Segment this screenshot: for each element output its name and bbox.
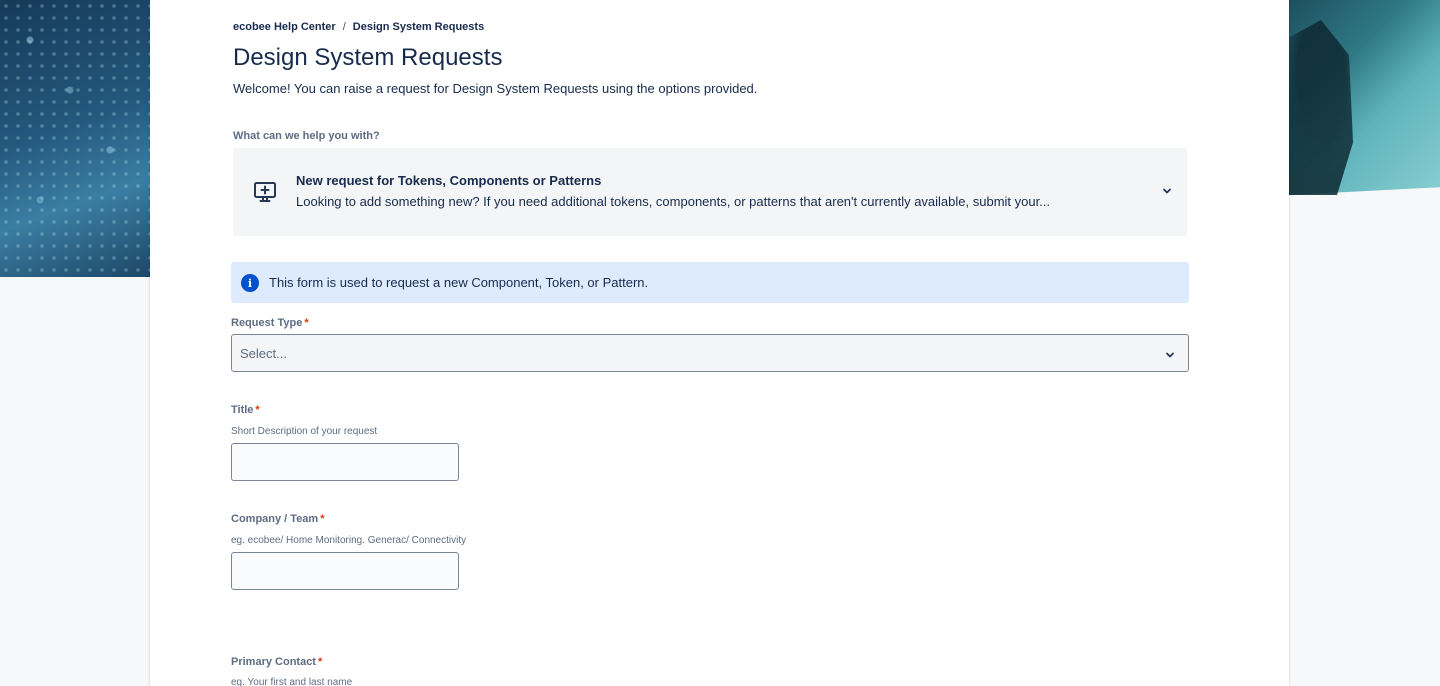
monitor-plus-icon [253, 180, 277, 204]
primary-contact-label: Primary Contact * [231, 656, 322, 668]
required-marker: * [317, 656, 323, 668]
chevron-down-icon [1164, 348, 1176, 360]
breadcrumb-current-link[interactable]: Design System Requests [353, 21, 484, 33]
hero-image-left [0, 0, 150, 277]
request-type-title: New request for Tokens, Components or Pa… [296, 173, 602, 188]
company-team-label: Company / Team * [231, 513, 325, 525]
title-label: Title * [231, 404, 260, 416]
company-team-field-wrapper [231, 552, 459, 590]
chevron-down-icon [1161, 184, 1173, 196]
breadcrumb: ecobee Help Center / Design System Reque… [233, 21, 484, 33]
request-form-panel: ecobee Help Center / Design System Reque… [150, 0, 1289, 686]
primary-contact-help-text: eg. Your first and last name [231, 677, 353, 686]
request-type-label: Request Type * [231, 317, 309, 329]
required-marker: * [255, 404, 260, 416]
request-type-placeholder: Select... [240, 346, 287, 361]
request-type-description: Looking to add something new? If you nee… [296, 194, 1051, 209]
request-type-label-text: Request Type [231, 317, 303, 329]
hero-image-right [1289, 0, 1440, 277]
primary-contact-label-text: Primary Contact [231, 656, 316, 668]
info-icon: i [241, 274, 259, 292]
title-input[interactable] [232, 444, 458, 480]
info-banner: i This form is used to request a new Com… [231, 262, 1189, 303]
request-type-prompt: What can we help you with? [233, 130, 380, 142]
info-banner-text: This form is used to request a new Compo… [269, 275, 649, 290]
company-team-input[interactable] [232, 553, 458, 589]
breadcrumb-home-link[interactable]: ecobee Help Center [233, 21, 336, 33]
title-help-text: Short Description of your request [231, 426, 378, 437]
company-team-label-text: Company / Team [231, 513, 319, 525]
required-marker: * [304, 317, 309, 329]
page-title: Design System Requests [233, 44, 503, 71]
request-type-select[interactable]: Select... [231, 334, 1189, 372]
request-type-selector[interactable]: New request for Tokens, Components or Pa… [233, 148, 1187, 236]
company-team-help-text: eg. ecobee/ Home Monitoring. Generac/ Co… [231, 535, 467, 546]
welcome-text: Welcome! You can raise a request for Des… [233, 81, 758, 96]
title-label-text: Title [231, 404, 254, 416]
breadcrumb-separator: / [342, 21, 346, 33]
title-field-wrapper [231, 443, 459, 481]
required-marker: * [320, 513, 325, 525]
